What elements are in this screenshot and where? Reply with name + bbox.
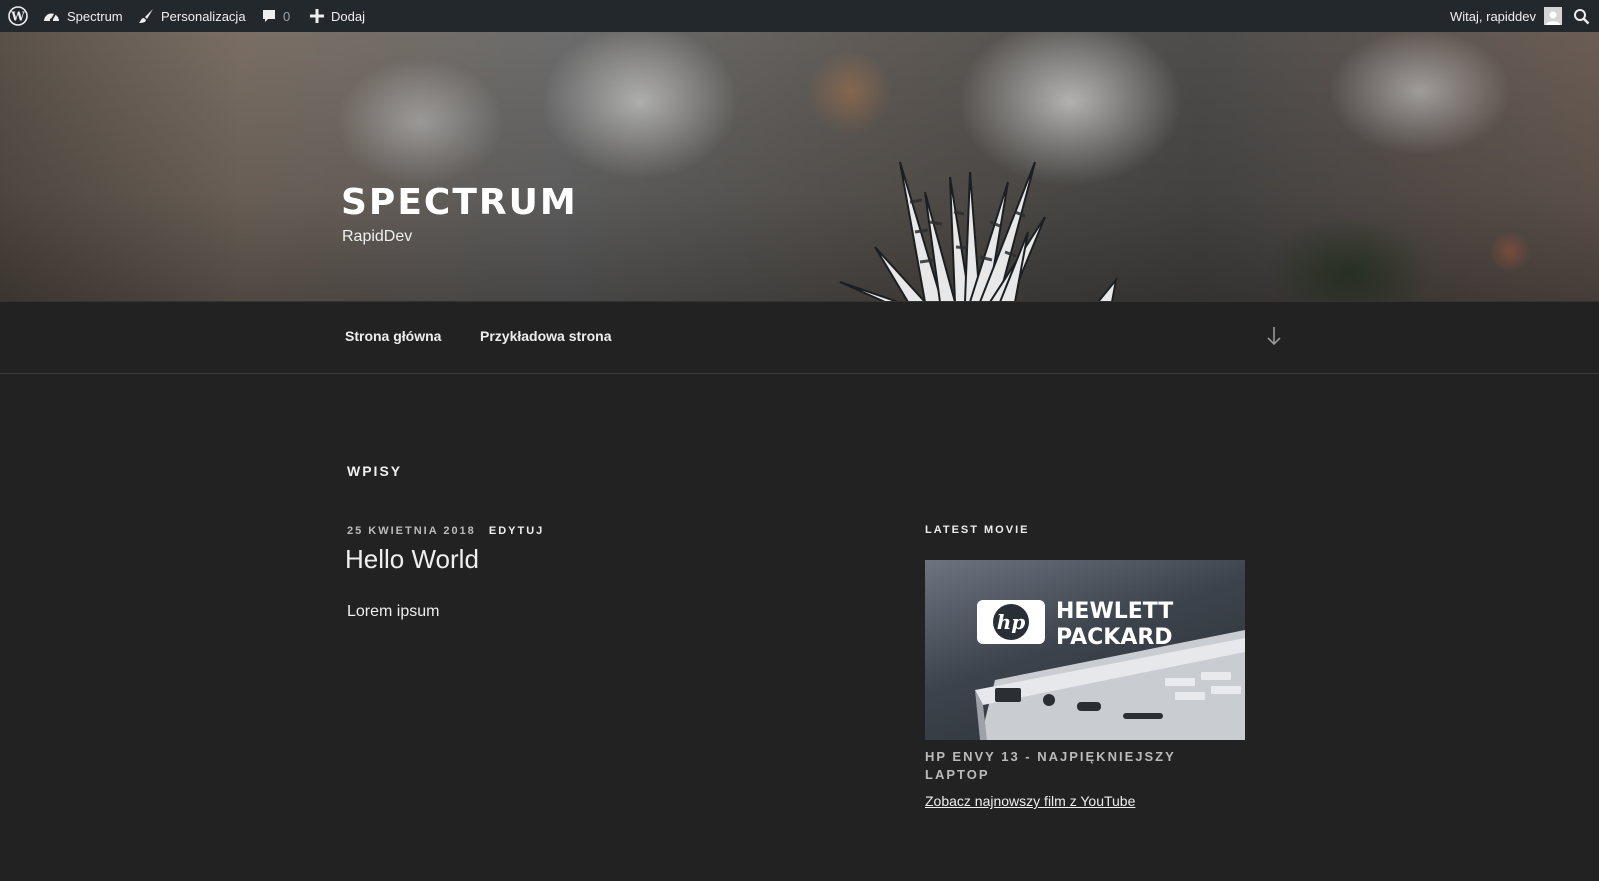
laptop-graphic: hp HEWLETT PACKARD xyxy=(975,599,1245,740)
brush-icon xyxy=(138,8,154,24)
svg-text:W: W xyxy=(10,10,25,24)
comments-menu[interactable]: 0 xyxy=(261,0,290,32)
wordpress-menu[interactable]: W xyxy=(8,0,28,32)
search-icon xyxy=(1573,8,1590,25)
new-content-menu[interactable]: Dodaj xyxy=(310,0,365,32)
customize-menu[interactable]: Personalizacja xyxy=(138,0,246,32)
youtube-link[interactable]: Zobacz najnowszy film z YouTube xyxy=(925,793,1135,809)
admin-search[interactable] xyxy=(1573,0,1590,32)
brand-line-1: HEWLETT xyxy=(1056,599,1173,624)
nav-item-sample-page[interactable]: Przykładowa strona xyxy=(480,328,612,344)
plant-graphic xyxy=(839,161,1118,301)
comments-count: 0 xyxy=(283,8,291,24)
post-excerpt: Lorem ipsum xyxy=(347,603,440,620)
wordpress-logo-icon: W xyxy=(8,6,28,26)
account-menu[interactable]: Witaj, rapiddev xyxy=(1450,0,1562,32)
hp-logo-text: hp xyxy=(997,610,1026,634)
admin-bar: W Spectrum Personalizacja 0 Dodaj Witaj,… xyxy=(0,0,1599,32)
post-date[interactable]: 25 KWIETNIA 2018 xyxy=(347,525,476,537)
brand-line-2: PACKARD xyxy=(1056,625,1173,650)
plus-icon xyxy=(310,9,324,23)
post-meta: 25 KWIETNIA 2018 EDYTUJ xyxy=(347,525,544,537)
greeting-label: Witaj, rapiddev xyxy=(1450,8,1536,24)
site-name-label: Spectrum xyxy=(67,8,123,24)
edit-post-link[interactable]: EDYTUJ xyxy=(489,525,544,537)
site-description: RapidDev xyxy=(342,228,413,245)
site-name-menu[interactable]: Spectrum xyxy=(43,0,123,32)
main-navigation: Strona główna Przykładowa strona xyxy=(0,301,1599,374)
new-content-label: Dodaj xyxy=(331,8,365,24)
dashboard-icon xyxy=(43,9,60,24)
customize-label: Personalizacja xyxy=(161,8,246,24)
header-overlay xyxy=(0,32,1599,301)
avatar xyxy=(1543,7,1562,25)
site-title[interactable]: SPECTRUM xyxy=(341,182,578,223)
movie-title[interactable]: HP ENVY 13 - NAJPIĘKNIEJSZY LAPTOP xyxy=(925,748,1245,784)
widget-title: LATEST MOVIE xyxy=(925,524,1030,536)
arrow-down-icon[interactable] xyxy=(1266,326,1282,351)
comment-bubble-icon xyxy=(261,8,277,24)
post-title[interactable]: Hello World xyxy=(345,544,479,575)
movie-thumbnail[interactable]: hp HEWLETT PACKARD xyxy=(925,560,1245,740)
section-title: WPISY xyxy=(347,463,403,479)
header-image: SPECTRUM RapidDev xyxy=(0,32,1599,301)
nav-item-home[interactable]: Strona główna xyxy=(345,328,441,344)
